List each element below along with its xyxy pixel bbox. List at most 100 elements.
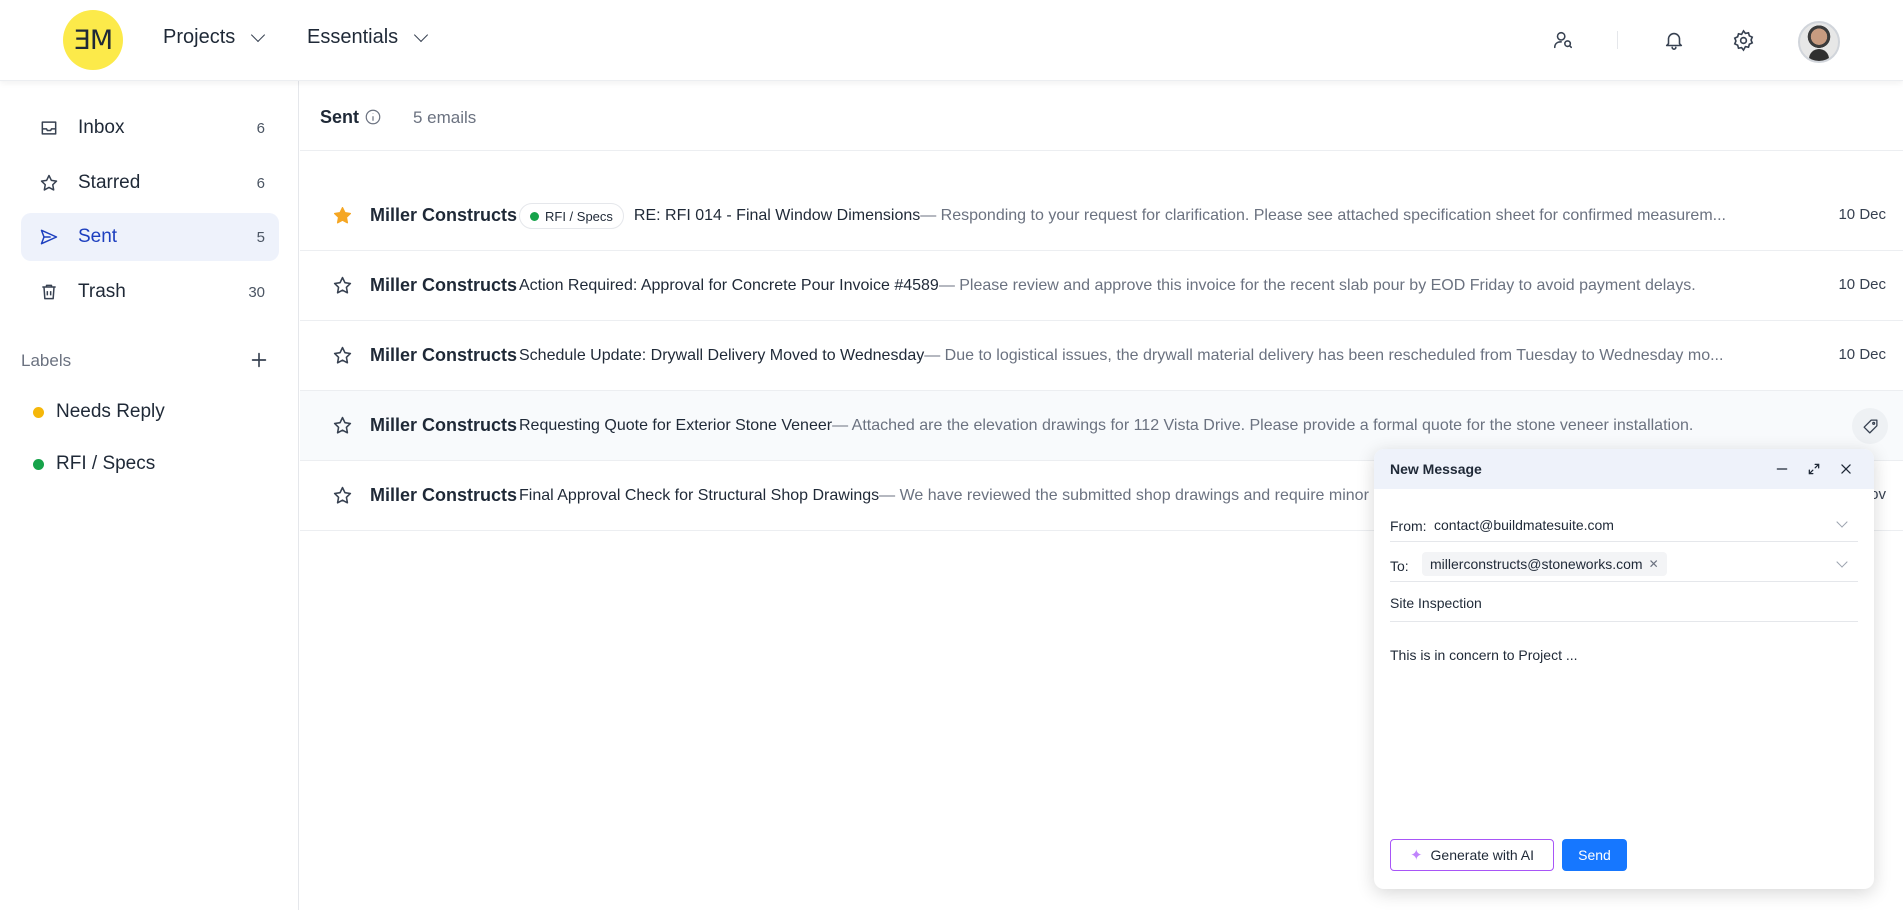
recipient-email: millerconstructs@stoneworks.com: [1430, 556, 1643, 572]
email-date: 10 Dec: [1838, 276, 1886, 293]
settings-button[interactable]: [1728, 25, 1758, 55]
generate-with-ai-button[interactable]: ✦ Generate with AI: [1390, 839, 1554, 871]
email-subject: Schedule Update: Drywall Delivery Moved …: [519, 347, 925, 364]
table-row[interactable]: Miller Constructs RFI / Specs RE: RFI 01…: [300, 181, 1903, 251]
subject-input[interactable]: Site Inspection: [1390, 595, 1482, 611]
compose-title: New Message: [1390, 461, 1482, 477]
recipient-chip[interactable]: millerconstructs@stoneworks.com ✕: [1422, 552, 1667, 576]
table-row[interactable]: Miller Constructs Schedule Update: Drywa…: [300, 321, 1903, 391]
essentials-menu[interactable]: Essentials: [307, 26, 429, 49]
chevron-down-icon: [251, 27, 266, 42]
notifications-button[interactable]: [1659, 25, 1689, 55]
list-header: Sent 5 emails: [300, 81, 1903, 151]
email-subject: RE: RFI 014 - Final Window Dimensions: [633, 207, 921, 224]
table-row[interactable]: Miller Constructs Action Required: Appro…: [300, 251, 1903, 321]
email-date: 10 Dec: [1838, 206, 1886, 223]
sidebar-item-label: Starred: [78, 172, 141, 193]
minimize-icon: [1776, 468, 1788, 470]
labels-heading: Labels: [21, 351, 72, 370]
sidebar-item-label: Sent: [78, 226, 118, 247]
email-sender: Miller Constructs: [370, 275, 518, 295]
email-snippet: — Due to logistical issues, the drywall …: [924, 347, 1724, 364]
email-snippet: — Please review and approve this invoice…: [938, 277, 1696, 294]
close-icon: [1841, 464, 1851, 474]
email-label-chip: RFI / Specs: [519, 203, 624, 229]
email-content: Requesting Quote for Exterior Stone Vene…: [519, 413, 1739, 439]
email-content: Schedule Update: Drywall Delivery Moved …: [519, 343, 1739, 369]
contacts-button[interactable]: [1548, 25, 1578, 55]
chevron-down-icon: [414, 27, 429, 42]
message-body[interactable]: This is in concern to Project ...: [1390, 647, 1578, 663]
add-label-button[interactable]: [248, 349, 270, 371]
email-snippet: — Attached are the elevation drawings fo…: [832, 417, 1694, 434]
label-needs-reply[interactable]: Needs Reply: [33, 401, 165, 423]
sidebar-item-trash[interactable]: Trash 30: [21, 268, 279, 316]
apply-label-button[interactable]: [1852, 408, 1888, 444]
header-divider: [1617, 31, 1618, 49]
sidebar-item-count: 6: [256, 119, 265, 137]
tag-icon: [1862, 418, 1878, 434]
sidebar-item-label: Inbox: [78, 117, 125, 138]
user-search-icon: [1553, 31, 1573, 49]
sidebar-item-count: 30: [248, 283, 265, 301]
expand-button[interactable]: [1804, 459, 1824, 479]
generate-with-ai-label: Generate with AI: [1430, 847, 1535, 863]
trash-icon: [42, 284, 56, 300]
email-sender: Miller Constructs: [370, 205, 518, 225]
bell-icon: [1665, 32, 1683, 50]
star-icon[interactable]: [332, 275, 353, 296]
essentials-menu-label: Essentials: [307, 26, 399, 48]
from-select[interactable]: contact@buildmatesuite.com: [1434, 517, 1614, 533]
email-subject: Final Approval Check for Structural Shop…: [519, 487, 880, 504]
email-snippet: — Responding to your request for clarifi…: [920, 207, 1726, 224]
compose-header: New Message: [1374, 449, 1874, 489]
label-name: Needs Reply: [56, 401, 165, 422]
label-color-dot: [530, 211, 539, 221]
avatar[interactable]: [1798, 21, 1840, 63]
to-label: To:: [1390, 558, 1409, 574]
sidebar: Inbox 6 Starred 6 Sent 5 Trash 30 Labels…: [0, 81, 299, 910]
info-icon[interactable]: [364, 108, 382, 126]
email-sender: Miller Constructs: [370, 485, 518, 505]
sidebar-item-label: Trash: [78, 281, 126, 302]
star-icon[interactable]: [332, 485, 353, 506]
inbox-icon: [41, 121, 57, 135]
label-rfi-specs[interactable]: RFI / Specs: [33, 453, 155, 475]
projects-menu[interactable]: Projects: [163, 26, 266, 49]
email-subject: Action Required: Approval for Concrete P…: [519, 277, 939, 294]
email-label-text: RFI / Specs: [545, 208, 613, 224]
star-icon: [40, 174, 58, 191]
email-subject: Requesting Quote for Exterior Stone Vene…: [519, 417, 833, 434]
close-button[interactable]: [1836, 459, 1856, 479]
sidebar-item-inbox[interactable]: Inbox 6: [21, 104, 279, 152]
app-logo[interactable]: ƎM: [63, 10, 123, 70]
sidebar-item-starred[interactable]: Starred 6: [21, 159, 279, 207]
sparkle-icon: ✦: [1409, 847, 1423, 864]
chevron-down-icon[interactable]: [1836, 516, 1848, 528]
star-icon[interactable]: [332, 415, 353, 436]
sidebar-item-sent[interactable]: Sent 5: [21, 213, 279, 261]
email-content: RFI / Specs RE: RFI 014 - Final Window D…: [519, 203, 1739, 229]
chevron-down-icon[interactable]: [1836, 556, 1848, 568]
projects-menu-label: Projects: [163, 26, 236, 48]
top-bar: ƎM Projects Essentials: [0, 0, 1903, 81]
remove-recipient-icon[interactable]: ✕: [1649, 557, 1659, 571]
to-field[interactable]: To: millerconstructs@stoneworks.com ✕: [1390, 546, 1858, 582]
label-color-dot: [33, 458, 44, 470]
label-name: RFI / Specs: [56, 453, 156, 474]
email-sender: Miller Constructs: [370, 415, 518, 435]
email-snippet: — We have reviewed the submitted shop dr…: [879, 487, 1369, 504]
email-content: Action Required: Approval for Concrete P…: [519, 273, 1739, 299]
label-color-dot: [33, 406, 44, 418]
sidebar-item-count: 5: [256, 228, 265, 246]
subject-field[interactable]: Site Inspection: [1390, 586, 1858, 622]
from-field[interactable]: From: contact@buildmatesuite.com: [1390, 506, 1858, 542]
star-filled-icon[interactable]: [332, 205, 353, 226]
page-title: Sent: [320, 107, 360, 127]
star-icon[interactable]: [332, 345, 353, 366]
compose-window: New Message From: contact@buildmatesuite…: [1374, 449, 1874, 889]
minimize-button[interactable]: [1772, 459, 1792, 479]
send-button[interactable]: Send: [1562, 839, 1627, 871]
email-date: 10 Dec: [1838, 346, 1886, 363]
sidebar-item-count: 6: [256, 174, 265, 192]
